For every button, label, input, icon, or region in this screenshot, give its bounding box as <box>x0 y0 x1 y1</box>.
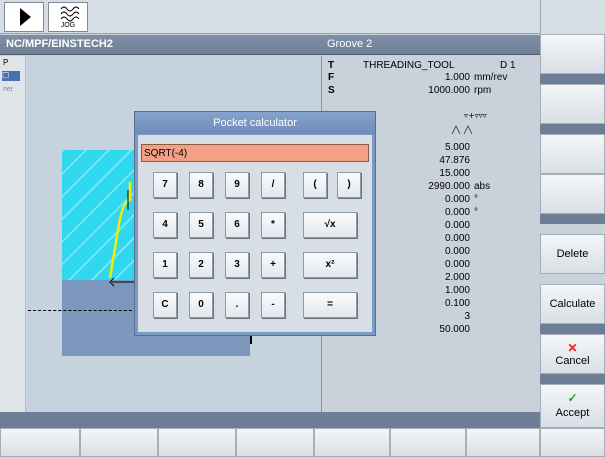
param-unit: ° <box>474 194 478 205</box>
param-label: F <box>328 72 335 83</box>
key-8[interactable]: 8 <box>189 172 213 198</box>
param-value[interactable]: 0.000 <box>360 194 470 205</box>
program-list-strip: P ☐ ner <box>0 56 26 412</box>
program-path: NC/MPF/EINSTECH2 <box>6 38 113 50</box>
param-value[interactable]: 0.000 <box>360 220 470 231</box>
key-plus[interactable]: + <box>261 252 285 278</box>
softkey-separator <box>540 74 605 84</box>
cancel-x-icon: ✕ <box>567 341 578 355</box>
param-unit: mm/rev <box>474 72 508 83</box>
key-multiply[interactable]: * <box>261 212 285 238</box>
bottom-softkey-1[interactable] <box>0 428 80 457</box>
param-label-t: T <box>328 60 335 71</box>
bottom-softkey-5[interactable] <box>314 428 390 457</box>
key-3[interactable]: 3 <box>225 252 249 278</box>
bottom-softkey-6[interactable] <box>390 428 466 457</box>
key-0[interactable]: 0 <box>189 292 213 318</box>
param-value[interactable]: 1.000 <box>360 285 470 296</box>
bottom-softkey-7[interactable] <box>466 428 540 457</box>
key-sqrt[interactable]: √x <box>303 212 357 238</box>
param-value[interactable]: 0.000 <box>360 233 470 244</box>
thread-type-icon: ▿+▿▿▿ <box>451 111 487 135</box>
jog-label: JOG <box>60 22 76 29</box>
bottom-softkey-8[interactable] <box>540 428 605 457</box>
softkey-4[interactable] <box>540 174 605 214</box>
param-value[interactable]: 0.000 <box>360 246 470 257</box>
softkey-separator <box>540 374 605 384</box>
status-bar <box>0 412 540 428</box>
param-value[interactable]: 2990.000 <box>360 181 470 192</box>
param-value[interactable]: 0.000 <box>360 207 470 218</box>
tool-name-field[interactable]: THREADING_TOOL <box>363 60 455 71</box>
softkey-separator <box>540 214 605 224</box>
param-value[interactable]: 1000.000 <box>360 85 470 96</box>
play-arrow-icon <box>20 8 31 26</box>
param-unit: ° <box>474 207 478 218</box>
bottom-softkey-2[interactable] <box>80 428 158 457</box>
softkey-1[interactable] <box>540 34 605 74</box>
accept-button[interactable]: ✓ Accept <box>540 384 605 428</box>
calculator-body: SQRT(-4) 7 8 9 / ( ) 4 5 6 * √x 1 2 3 + … <box>138 135 372 332</box>
param-unit: rpm <box>474 85 492 96</box>
key-1[interactable]: 1 <box>153 252 177 278</box>
key-5[interactable]: 5 <box>189 212 213 238</box>
top-bar <box>0 0 605 34</box>
softkey-separator <box>540 324 605 334</box>
cycle-title: Groove 2 <box>327 38 373 50</box>
key-clear[interactable]: C <box>153 292 177 318</box>
key-close-paren[interactable]: ) <box>337 172 361 198</box>
key-decimal[interactable]: . <box>225 292 249 318</box>
bottom-softkey-3[interactable] <box>158 428 236 457</box>
key-minus[interactable]: - <box>261 292 285 318</box>
top-right-softkey[interactable] <box>540 0 605 34</box>
softkey-2[interactable] <box>540 84 605 124</box>
tool-edge-field[interactable]: D 1 <box>500 60 516 71</box>
cancel-button[interactable]: ✕ Cancel <box>540 334 605 374</box>
cancel-label: Cancel <box>555 355 590 367</box>
bottom-softkey-4[interactable] <box>236 428 314 457</box>
param-value[interactable]: 1.000 <box>360 72 470 83</box>
param-value[interactable]: 0.100 <box>360 298 470 309</box>
key-2[interactable]: 2 <box>189 252 213 278</box>
param-value[interactable]: 50.000 <box>360 324 470 335</box>
strip-item: ner <box>3 86 14 93</box>
key-divide[interactable]: / <box>261 172 285 198</box>
pocket-calculator-dialog: Pocket calculator SQRT(-4) 7 8 9 / ( ) 4… <box>134 111 376 336</box>
param-value[interactable]: 2.000 <box>360 272 470 283</box>
param-value[interactable]: 47.876 <box>360 155 470 166</box>
key-6[interactable]: 6 <box>225 212 249 238</box>
softkey-3[interactable] <box>540 134 605 174</box>
param-value[interactable]: 3 <box>360 311 470 322</box>
accept-label: Accept <box>555 407 590 419</box>
key-9[interactable]: 9 <box>225 172 249 198</box>
calculator-input[interactable]: SQRT(-4) <box>141 144 369 162</box>
key-equals[interactable]: = <box>303 292 357 318</box>
strip-item: P <box>3 58 9 67</box>
param-value[interactable]: 15.000 <box>360 168 470 179</box>
delete-button[interactable]: Delete <box>540 234 605 274</box>
delete-label: Delete <box>556 248 589 260</box>
softkey-separator <box>540 124 605 134</box>
key-open-paren[interactable]: ( <box>303 172 327 198</box>
strip-item-selected[interactable]: ☐ <box>2 71 20 81</box>
param-value[interactable]: 0.000 <box>360 259 470 270</box>
calculate-button[interactable]: Calculate <box>540 284 605 324</box>
svg-text:▿+▿▿▿: ▿+▿▿▿ <box>464 111 487 120</box>
param-unit: abs <box>474 181 491 192</box>
calculate-label: Calculate <box>549 298 596 310</box>
param-label: S <box>328 85 335 96</box>
key-4[interactable]: 4 <box>153 212 177 238</box>
key-7[interactable]: 7 <box>153 172 177 198</box>
key-square[interactable]: x² <box>303 252 357 278</box>
calculator-title: Pocket calculator <box>135 112 375 134</box>
accept-check-icon: ✓ <box>567 391 578 405</box>
param-value[interactable]: 5.000 <box>360 142 470 153</box>
